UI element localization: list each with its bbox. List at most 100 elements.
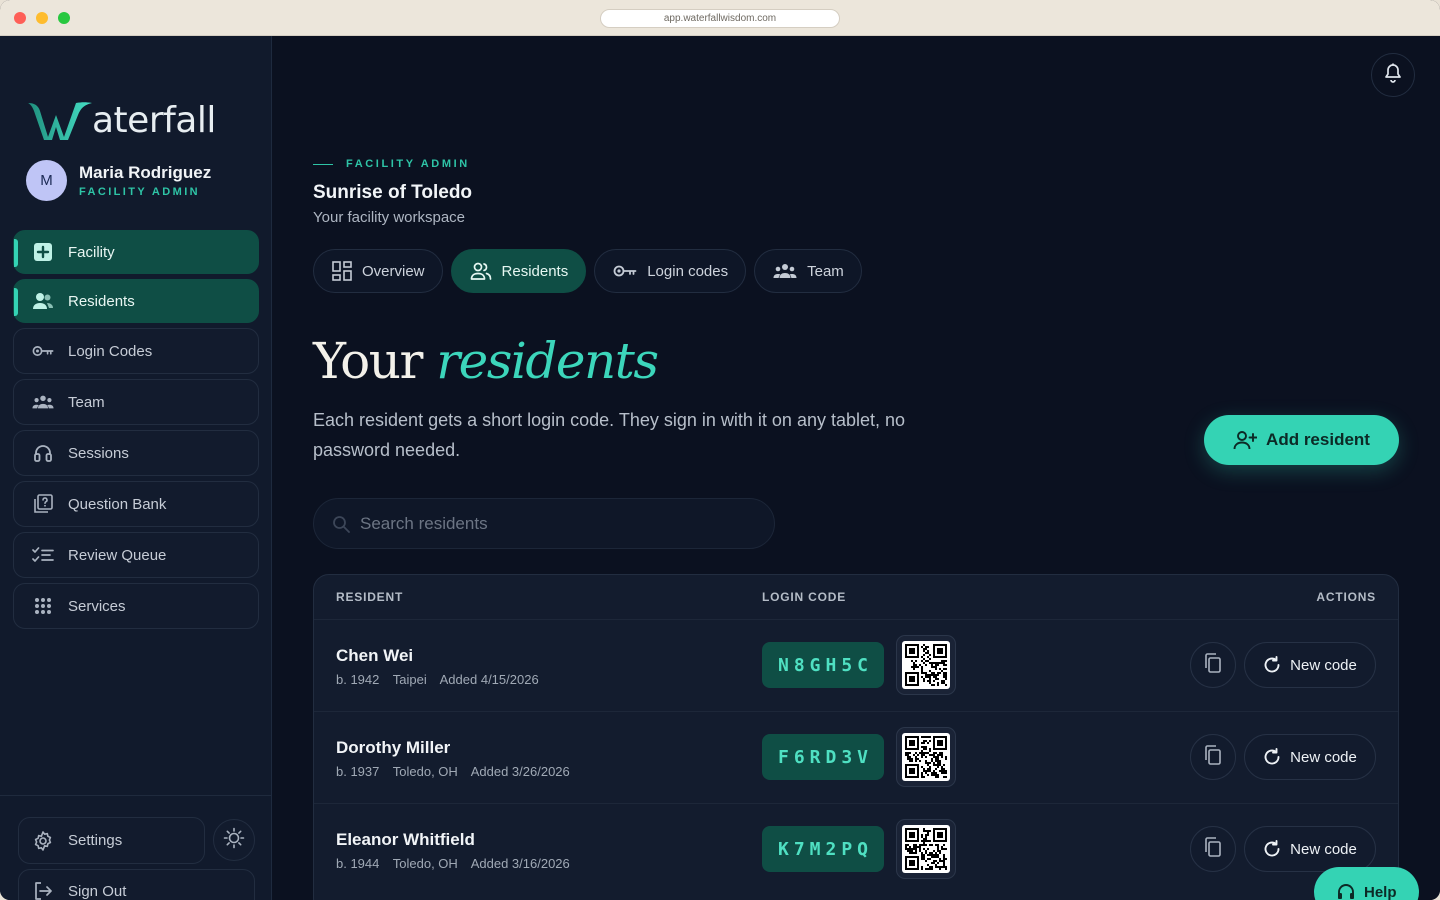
resident-place: Toledo, OH <box>392 764 458 779</box>
resident-born: b. 1937 <box>336 764 380 779</box>
user-role: FACILITY ADMIN <box>79 186 200 198</box>
sidebar-item-review-queue[interactable]: Review Queue <box>13 532 259 578</box>
login-code[interactable]: N8GH5C <box>762 642 884 688</box>
resident-meta: b. 1944 Toledo, OH Added 3/16/2026 <box>336 856 580 871</box>
sidebar-item-question-bank[interactable]: Question Bank <box>13 481 259 527</box>
resident-name: Eleanor Whitfield <box>336 830 475 849</box>
plus-square-icon <box>32 241 54 263</box>
team-icon <box>773 263 797 279</box>
add-user-icon <box>1233 430 1258 450</box>
copy-icon <box>1204 652 1222 678</box>
page-title-plain: Your <box>313 332 423 390</box>
resident-added: Added 4/15/2026 <box>439 672 539 687</box>
new-code-button[interactable]: New code <box>1244 826 1376 872</box>
table-row: Dorothy Miller b. 1937 Toledo, OH Added … <box>314 711 1398 803</box>
resident-meta: b. 1942 Taipei Added 4/15/2026 <box>336 672 549 687</box>
sidebar-item-label: Facility <box>68 243 115 261</box>
help-button[interactable]: Help <box>1314 867 1419 900</box>
new-code-label: New code <box>1290 840 1357 858</box>
tab-label: Overview <box>362 262 425 280</box>
sun-icon <box>223 827 245 854</box>
sign-out-icon <box>32 880 54 900</box>
sidebar: aterfall M Maria Rodriguez FACILITY ADMI… <box>0 36 272 900</box>
qr-code-icon <box>902 641 950 689</box>
search-input[interactable] <box>360 513 760 534</box>
qr-code-icon <box>902 825 950 873</box>
copy-code-button[interactable] <box>1190 826 1236 872</box>
resident-name: Dorothy Miller <box>336 738 451 757</box>
sidebar-item-residents[interactable]: Residents <box>13 279 259 323</box>
workspace-tabs: Overview Residents Login codes Team <box>313 249 870 293</box>
sidebar-divider <box>0 795 271 796</box>
sidebar-item-label: Residents <box>68 292 135 310</box>
user-profile[interactable]: M Maria Rodriguez FACILITY ADMIN <box>26 160 211 201</box>
copy-icon <box>1204 836 1222 862</box>
section-eyebrow: FACILITY ADMIN <box>313 158 470 170</box>
close-window-button[interactable] <box>14 12 26 24</box>
qr-code-button[interactable] <box>896 819 956 879</box>
search-bar[interactable] <box>313 498 775 549</box>
qr-code-button[interactable] <box>896 727 956 787</box>
sidebar-item-label: Team <box>68 393 105 411</box>
headphones-icon <box>32 442 54 464</box>
tab-team[interactable]: Team <box>754 249 862 293</box>
minimize-window-button[interactable] <box>36 12 48 24</box>
login-code[interactable]: K7M2PQ <box>762 826 884 872</box>
tab-residents[interactable]: Residents <box>450 249 587 293</box>
bell-icon <box>1384 63 1402 88</box>
question-icon <box>32 493 54 515</box>
residents-table: RESIDENT LOGIN CODE ACTIONS Chen Wei b. … <box>313 574 1399 900</box>
tab-overview[interactable]: Overview <box>313 249 443 293</box>
new-code-label: New code <box>1290 748 1357 766</box>
eyebrow-text: FACILITY ADMIN <box>346 158 470 170</box>
sign-out-label: Sign Out <box>68 882 127 900</box>
column-header-actions: ACTIONS <box>1316 590 1376 604</box>
sidebar-item-label: Sessions <box>68 444 129 462</box>
qr-code-button[interactable] <box>896 635 956 695</box>
sidebar-item-login-codes[interactable]: Login Codes <box>13 328 259 374</box>
copy-code-button[interactable] <box>1190 642 1236 688</box>
new-code-button[interactable]: New code <box>1244 642 1376 688</box>
sidebar-nav: Facility Residents Login Codes Team Sess… <box>13 230 259 634</box>
login-code[interactable]: F6RD3V <box>762 734 884 780</box>
resident-place: Taipei <box>392 672 427 687</box>
tab-label: Login codes <box>647 262 729 280</box>
page-description: Each resident gets a short login code. T… <box>313 410 906 460</box>
tab-login-codes[interactable]: Login codes <box>594 249 747 293</box>
refresh-icon <box>1263 656 1281 674</box>
resident-name: Chen Wei <box>336 646 414 665</box>
resident-added: Added 3/26/2026 <box>470 764 570 779</box>
table-header: RESIDENT LOGIN CODE ACTIONS <box>314 575 1398 619</box>
theme-toggle-button[interactable] <box>213 819 255 861</box>
browser-titlebar: app.waterfallwisdom.com <box>0 0 1440 36</box>
copy-icon <box>1204 744 1222 770</box>
waterfall-logo[interactable]: aterfall <box>26 98 216 142</box>
notifications-button[interactable] <box>1371 53 1415 97</box>
copy-code-button[interactable] <box>1190 734 1236 780</box>
sidebar-item-facility[interactable]: Facility <box>13 230 259 274</box>
sidebar-item-label: Question Bank <box>68 495 167 513</box>
users-icon <box>470 262 492 280</box>
new-code-button[interactable]: New code <box>1244 734 1376 780</box>
refresh-icon <box>1263 748 1281 766</box>
resident-place: Toledo, OH <box>392 856 458 871</box>
headset-icon <box>1336 882 1356 900</box>
column-header-resident: RESIDENT <box>336 590 404 604</box>
resident-born: b. 1944 <box>336 856 380 871</box>
resident-born: b. 1942 <box>336 672 380 687</box>
tab-label: Team <box>807 262 844 280</box>
sign-out-button[interactable]: Sign Out <box>18 869 255 900</box>
settings-button[interactable]: Settings <box>18 817 205 864</box>
sidebar-item-services[interactable]: Services <box>13 583 259 629</box>
gear-icon <box>32 830 54 852</box>
team-icon <box>32 391 54 413</box>
avatar: M <box>26 160 67 201</box>
sidebar-item-sessions[interactable]: Sessions <box>13 430 259 476</box>
add-resident-button[interactable]: Add resident <box>1204 415 1399 465</box>
logo-wordmark: aterfall <box>92 99 216 141</box>
tab-label: Residents <box>501 262 569 280</box>
new-code-label: New code <box>1290 656 1357 674</box>
url-bar[interactable]: app.waterfallwisdom.com <box>600 9 840 28</box>
sidebar-item-team[interactable]: Team <box>13 379 259 425</box>
maximize-window-button[interactable] <box>58 12 70 24</box>
